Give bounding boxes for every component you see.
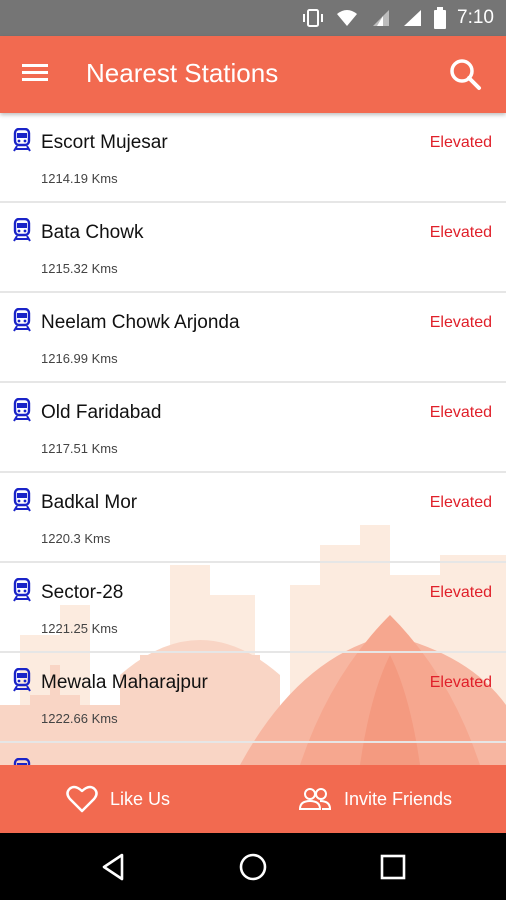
train-icon — [13, 578, 31, 602]
recents-icon[interactable] — [377, 851, 409, 883]
train-icon — [13, 758, 31, 765]
station-name: Escort Mujesar — [41, 132, 168, 153]
station-list-item[interactable]: Bata Chowk 1215.32 Kms Elevated — [0, 203, 506, 293]
station-list-item[interactable]: Sector-28 1221.25 Kms Elevated — [0, 563, 506, 653]
station-distance: 1216.99 Kms — [41, 351, 118, 366]
train-icon — [13, 218, 31, 242]
station-type: Elevated — [429, 494, 492, 511]
station-type: Elevated — [429, 134, 492, 151]
station-rows: Escort Mujesar 1214.19 Kms Elevated Bata Ch… — [0, 113, 506, 743]
station-list-item[interactable]: Neelam Chowk Arjonda 1216.99 Kms Elevated — [0, 293, 506, 383]
station-name: Badkal Mor — [41, 492, 138, 513]
train-icon — [13, 668, 31, 692]
signal-icon — [404, 10, 422, 26]
station-list-item[interactable]: Escort Mujesar 1214.19 Kms Elevated — [0, 113, 506, 203]
heart-icon — [66, 785, 98, 813]
status-time: 7:10 — [457, 7, 494, 28]
battery-icon — [434, 7, 447, 29]
like-us-button[interactable]: Like Us — [66, 765, 170, 833]
station-type: Elevated — [429, 224, 492, 241]
station-name: Old Faridabad — [41, 402, 162, 423]
station-name: Sector-28 — [41, 582, 124, 603]
station-distance: 1220.3 Kms — [41, 531, 111, 546]
page-title: Nearest Stations — [86, 58, 279, 88]
station-list-item[interactable]: Mewala Maharajpur 1222.66 Kms Elevated — [0, 653, 506, 743]
train-icon — [13, 398, 31, 422]
station-type: Elevated — [429, 404, 492, 421]
like-us-label: Like Us — [110, 788, 171, 809]
search-icon[interactable] — [446, 56, 486, 96]
station-type: Elevated — [429, 314, 492, 331]
station-type: Elevated — [429, 674, 492, 691]
station-distance: 1222.66 Kms — [41, 711, 118, 726]
station-name: Bata Chowk — [41, 222, 144, 243]
bottom-action-bar: Like Us Invite Friends — [0, 765, 506, 833]
train-icon — [13, 308, 31, 332]
invite-friends-label: Invite Friends — [344, 788, 453, 809]
station-list[interactable]: Escort Mujesar 1214.19 Kms Elevated Bata Ch… — [0, 113, 506, 765]
station-list-item[interactable]: Badkal Mor 1220.3 Kms Elevated — [0, 473, 506, 563]
system-navigation-bar — [0, 833, 506, 900]
app-bar: Nearest Stations — [0, 36, 506, 113]
hamburger-menu-icon[interactable] — [20, 58, 60, 92]
station-distance: 1217.51 Kms — [41, 441, 118, 456]
lte-signal-icon — [373, 10, 390, 26]
train-icon — [13, 128, 31, 152]
invite-friends-button[interactable]: Invite Friends — [298, 765, 452, 833]
station-name: Neelam Chowk Arjonda — [41, 312, 240, 333]
station-distance: 1221.25 Kms — [41, 621, 118, 636]
vibrate-icon — [303, 9, 324, 27]
wifi-icon — [337, 10, 358, 26]
people-icon — [298, 788, 332, 810]
station-type: Elevated — [429, 584, 492, 601]
home-icon[interactable] — [237, 851, 269, 883]
back-icon[interactable] — [98, 851, 130, 883]
train-icon — [13, 488, 31, 512]
station-distance: 1215.32 Kms — [41, 261, 118, 276]
station-distance: 1214.19 Kms — [41, 171, 118, 186]
station-name: Mewala Maharajpur — [41, 672, 208, 693]
status-bar: 7:10 — [0, 0, 506, 36]
station-list-item[interactable]: Old Faridabad 1217.51 Kms Elevated — [0, 383, 506, 473]
list-item-partial[interactable] — [0, 743, 506, 765]
